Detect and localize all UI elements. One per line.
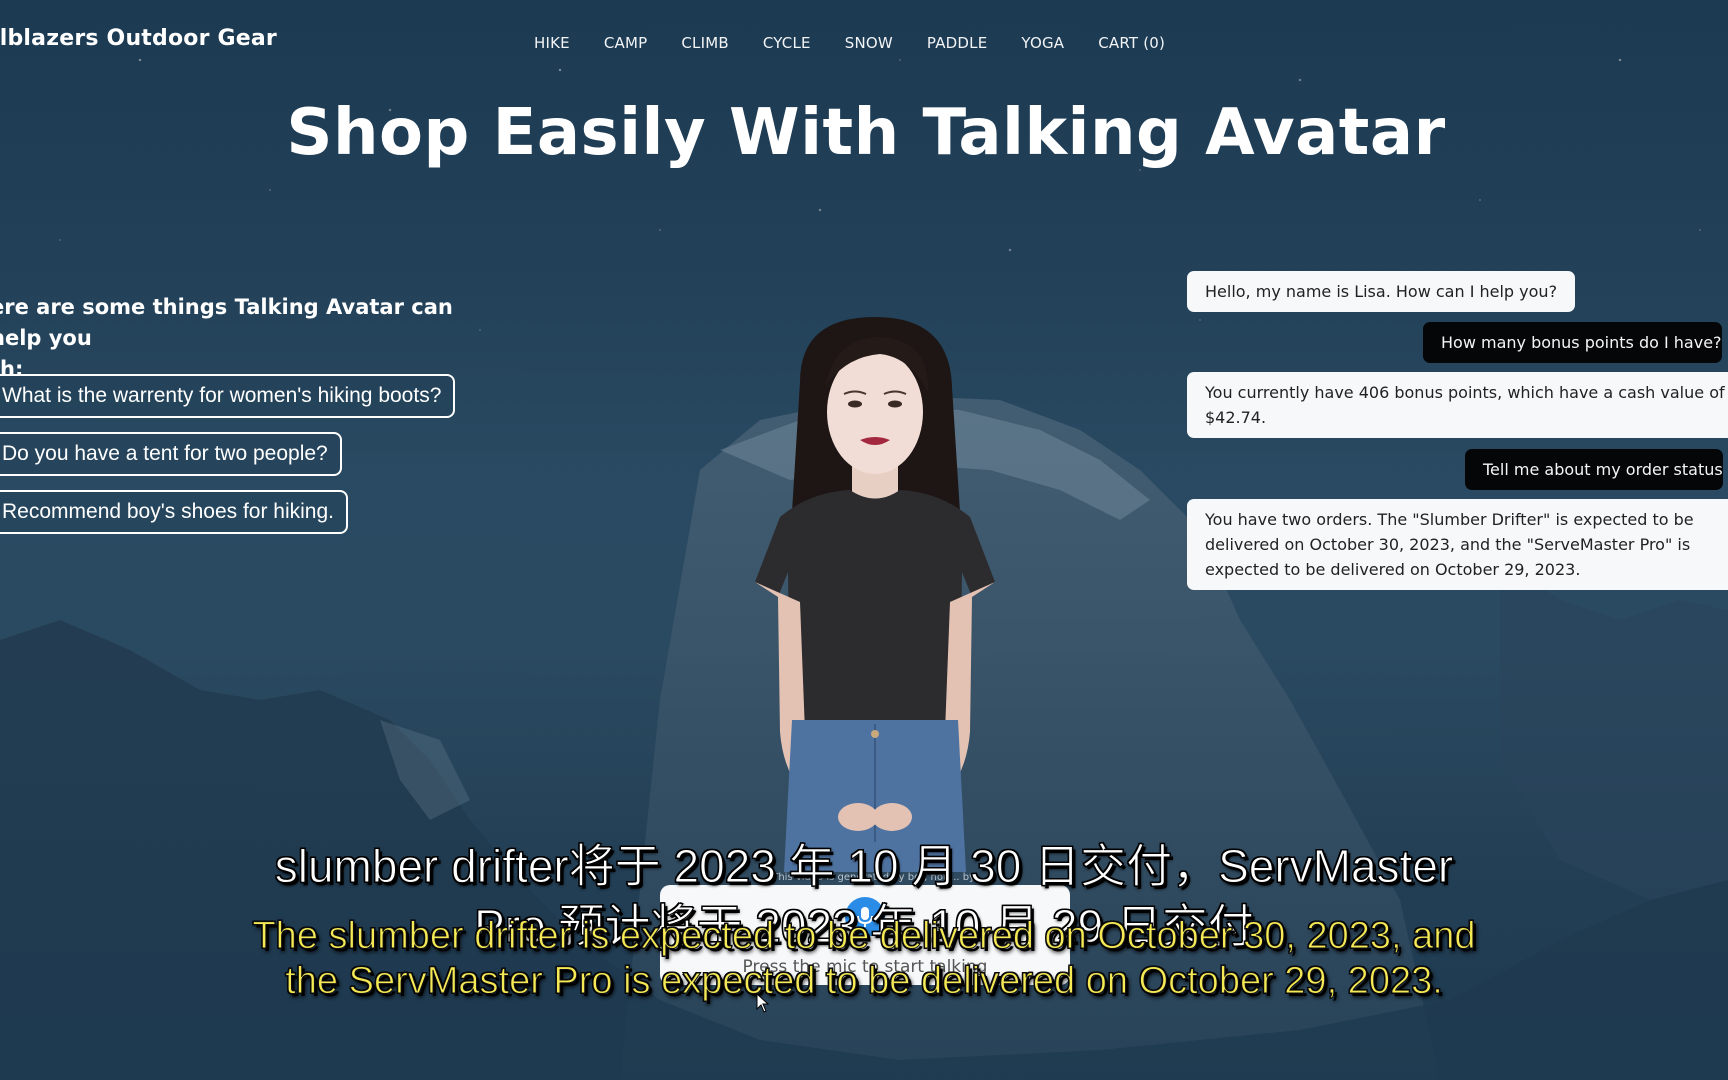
nav-camp[interactable]: CAMP [604,34,648,52]
nav-snow[interactable]: SNOW [845,34,893,52]
page-title-text: Shop Easily With Talking Avatar [286,96,1446,170]
suggestion-button[interactable]: What is the warrenty for women's hiking … [0,374,456,418]
chat-message-bot: Hello, my name is Lisa. How can I help y… [1187,271,1576,312]
suggestion-button[interactable]: Do you have a tent for two people? [0,432,342,476]
main-nav: HIKE CAMP CLIMB CYCLE SNOW PADDLE YOGA C… [534,34,1199,52]
suggestions-intro-line1: ere are some things Talking Avatar can h… [0,295,453,350]
avatar-video [755,317,995,872]
nav-cart[interactable]: CART (0) [1098,34,1165,52]
subtitle-english-line2: the ServMaster Pro is expected to be del… [285,960,1444,1003]
brand-logo[interactable]: ilblazers Outdoor Gear [0,26,277,51]
chat-message-bot: You have two orders. The "Slumber Drifte… [1187,499,1728,590]
chat-message-user: How many bonus points do I have? [1423,322,1722,363]
subtitle-english-line1: The slumber drifter is expected to be de… [252,915,1476,958]
subtitle-chinese-line1: slumber drifter将于 2023 年 10 月 30 日交付，Ser… [274,840,1454,893]
page-title: Shop Easily With Talking Avatar [0,96,1728,170]
mouse-cursor-icon [756,993,770,1013]
suggestions-intro: ere are some things Talking Avatar can h… [0,292,510,385]
nav-yoga[interactable]: YOGA [1021,34,1064,52]
chat-message-bot: You currently have 406 bonus points, whi… [1187,372,1728,438]
nav-climb[interactable]: CLIMB [681,34,729,52]
nav-hike[interactable]: HIKE [534,34,570,52]
nav-paddle[interactable]: PADDLE [927,34,987,52]
suggestion-button[interactable]: Recommend boy's shoes for hiking. [0,490,349,534]
chat-message-user: Tell me about my order status [1465,449,1723,490]
nav-cycle[interactable]: CYCLE [763,34,811,52]
